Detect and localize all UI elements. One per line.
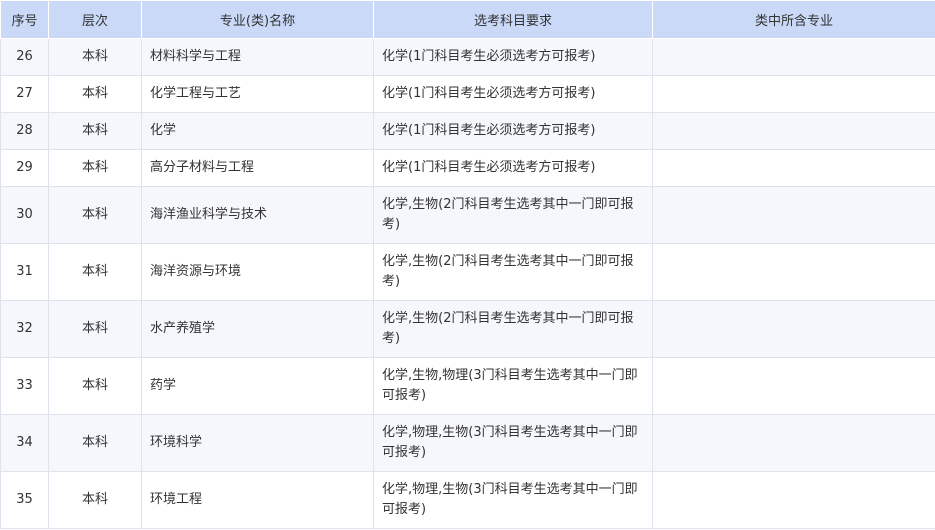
header-subjects: 选考科目要求 <box>373 0 653 39</box>
cell-major: 材料科学与工程 <box>141 38 374 76</box>
header-included: 类中所含专业 <box>652 0 935 39</box>
cell-subjects: 化学(1门科目考生必须选考方可报考) <box>373 38 653 76</box>
cell-included <box>652 357 935 415</box>
cell-subjects: 化学,生物(2门科目考生选考其中一门即可报考) <box>373 243 653 301</box>
cell-subjects: 化学(1门科目考生必须选考方可报考) <box>373 112 653 150</box>
header-major: 专业(类)名称 <box>141 0 374 39</box>
table-row: 26 本科 材料科学与工程 化学(1门科目考生必须选考方可报考) <box>0 38 935 76</box>
table-row: 34 本科 环境科学 化学,物理,生物(3门科目考生选考其中一门即可报考) <box>0 414 935 472</box>
cell-included <box>652 149 935 187</box>
cell-level: 本科 <box>48 243 142 301</box>
table-row: 28 本科 化学 化学(1门科目考生必须选考方可报考) <box>0 112 935 150</box>
cell-no: 29 <box>0 149 49 187</box>
cell-subjects: 化学,物理,生物(3门科目考生选考其中一门即可报考) <box>373 414 653 472</box>
table-row: 33 本科 药学 化学,生物,物理(3门科目考生选考其中一门即可报考) <box>0 357 935 415</box>
cell-level: 本科 <box>48 186 142 244</box>
cell-included <box>652 471 935 529</box>
cell-subjects: 化学(1门科目考生必须选考方可报考) <box>373 75 653 113</box>
cell-no: 33 <box>0 357 49 415</box>
cell-major: 环境科学 <box>141 414 374 472</box>
cell-no: 26 <box>0 38 49 76</box>
cell-included <box>652 75 935 113</box>
cell-level: 本科 <box>48 149 142 187</box>
cell-included <box>652 300 935 358</box>
cell-no: 31 <box>0 243 49 301</box>
cell-major: 海洋资源与环境 <box>141 243 374 301</box>
table-header-row: 序号 层次 专业(类)名称 选考科目要求 类中所含专业 <box>0 0 935 39</box>
cell-subjects: 化学(1门科目考生必须选考方可报考) <box>373 149 653 187</box>
cell-level: 本科 <box>48 357 142 415</box>
cell-level: 本科 <box>48 38 142 76</box>
table-row: 29 本科 高分子材料与工程 化学(1门科目考生必须选考方可报考) <box>0 149 935 187</box>
cell-major: 化学工程与工艺 <box>141 75 374 113</box>
cell-level: 本科 <box>48 471 142 529</box>
cell-no: 34 <box>0 414 49 472</box>
cell-level: 本科 <box>48 112 142 150</box>
cell-major: 水产养殖学 <box>141 300 374 358</box>
cell-no: 32 <box>0 300 49 358</box>
cell-included <box>652 186 935 244</box>
cell-level: 本科 <box>48 75 142 113</box>
cell-level: 本科 <box>48 414 142 472</box>
cell-included <box>652 414 935 472</box>
table-row: 35 本科 环境工程 化学,物理,生物(3门科目考生选考其中一门即可报考) <box>0 471 935 529</box>
cell-major: 海洋渔业科学与技术 <box>141 186 374 244</box>
cell-no: 28 <box>0 112 49 150</box>
cell-major: 药学 <box>141 357 374 415</box>
major-requirements-table: 序号 层次 专业(类)名称 选考科目要求 类中所含专业 26 本科 材料科学与工… <box>0 0 935 529</box>
table-row: 27 本科 化学工程与工艺 化学(1门科目考生必须选考方可报考) <box>0 75 935 113</box>
cell-included <box>652 112 935 150</box>
cell-level: 本科 <box>48 300 142 358</box>
cell-major: 高分子材料与工程 <box>141 149 374 187</box>
cell-subjects: 化学,生物(2门科目考生选考其中一门即可报考) <box>373 186 653 244</box>
cell-major: 环境工程 <box>141 471 374 529</box>
cell-included <box>652 243 935 301</box>
header-level: 层次 <box>48 0 142 39</box>
table-row: 31 本科 海洋资源与环境 化学,生物(2门科目考生选考其中一门即可报考) <box>0 243 935 301</box>
cell-no: 35 <box>0 471 49 529</box>
cell-subjects: 化学,生物,物理(3门科目考生选考其中一门即可报考) <box>373 357 653 415</box>
cell-major: 化学 <box>141 112 374 150</box>
table-row: 32 本科 水产养殖学 化学,生物(2门科目考生选考其中一门即可报考) <box>0 300 935 358</box>
header-no: 序号 <box>0 0 49 39</box>
cell-no: 30 <box>0 186 49 244</box>
cell-no: 27 <box>0 75 49 113</box>
cell-included <box>652 38 935 76</box>
table-row: 30 本科 海洋渔业科学与技术 化学,生物(2门科目考生选考其中一门即可报考) <box>0 186 935 244</box>
cell-subjects: 化学,生物(2门科目考生选考其中一门即可报考) <box>373 300 653 358</box>
cell-subjects: 化学,物理,生物(3门科目考生选考其中一门即可报考) <box>373 471 653 529</box>
